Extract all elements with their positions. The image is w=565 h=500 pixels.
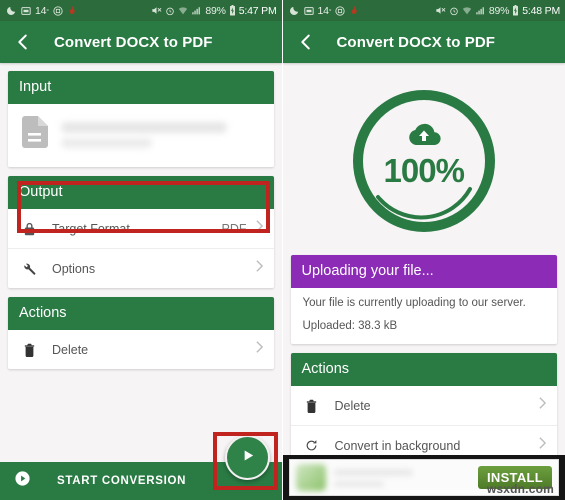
signal-icon [475, 6, 486, 16]
left-screen: 14° 89% 5:47 PM Convert DOCX to PDF Inpu… [0, 0, 282, 500]
options-row[interactable]: Options [8, 248, 274, 288]
status-bar-right-icons: 89% 5:47 PM [151, 4, 277, 17]
input-card: Input [8, 71, 274, 167]
circle-at-icon [53, 5, 63, 16]
status-bar-left-icons: 14° [6, 5, 78, 17]
start-conversion-label: START CONVERSION [57, 475, 187, 487]
wrench-icon [20, 262, 38, 276]
chevron-right-icon [255, 340, 264, 359]
play-icon [239, 447, 256, 469]
wifi-icon [462, 6, 472, 16]
actions-card-body: Delete Convert in background [290, 386, 558, 465]
cloud-upload-icon [348, 122, 500, 153]
wifi-icon [178, 6, 188, 16]
mute-icon [151, 5, 162, 16]
moon-icon [289, 5, 300, 16]
degree-symbol: ° [328, 8, 332, 16]
back-arrow-icon[interactable] [12, 31, 34, 53]
actions-card-title: Actions [290, 353, 557, 386]
page-title: Convert DOCX to PDF [54, 33, 213, 51]
watermark: wsxdn.com [486, 482, 554, 496]
ad-app-icon [295, 464, 326, 491]
upload-status-title: Uploading your file... [290, 255, 557, 288]
right-screen: 14° 89% 5:48 PM Convert DOCX to PDF 100%… [282, 0, 565, 500]
app-toolbar: Convert DOCX to PDF [0, 21, 282, 63]
screenshot-icon [21, 6, 31, 16]
output-card-title: Output [8, 176, 274, 209]
actions-card-body: Delete [8, 330, 274, 369]
back-arrow-icon[interactable] [295, 31, 317, 53]
target-format-label: Target Format [52, 221, 130, 236]
signal-icon [191, 6, 202, 16]
dual-screenshot-container: 14° 89% 5:47 PM Convert DOCX to PDF Inpu… [0, 0, 565, 500]
play-circle-icon [14, 470, 31, 492]
upload-progress-area: 100% [283, 63, 565, 255]
delete-row[interactable]: Delete [291, 386, 558, 425]
circle-at-icon [335, 5, 346, 16]
target-format-value: PDF [221, 221, 247, 236]
input-card-body[interactable] [8, 104, 274, 167]
temperature-value: 14 [317, 4, 329, 17]
right-content: Uploading your file... Your file is curr… [283, 255, 565, 465]
trash-icon [303, 399, 321, 413]
chevron-right-icon [538, 436, 547, 455]
upload-status-body: Your file is currently uploading to our … [290, 288, 557, 344]
status-bar: 14° [0, 0, 282, 21]
battery-percent: 89% [205, 4, 226, 17]
start-conversion-fab[interactable] [224, 435, 270, 480]
temperature-icon: 14° [318, 5, 332, 17]
upload-description: Your file is currently uploading to our … [302, 297, 526, 309]
document-icon [22, 116, 48, 153]
delete-label: Delete [52, 342, 89, 357]
upload-status-card: Uploading your file... Your file is curr… [290, 255, 557, 344]
ad-content[interactable]: INSTALL wsxdn.com [288, 459, 559, 496]
input-card-title: Input [8, 71, 274, 104]
ad-banner[interactable]: INSTALL wsxdn.com [282, 455, 565, 500]
status-bar-right-icons: 89% 5:48 PM [435, 5, 560, 17]
battery-percent: 89% [488, 4, 510, 17]
left-content: Input Output Target Format PDF Options A… [0, 63, 282, 369]
status-bar: 14° [282, 0, 565, 21]
ad-text [333, 468, 478, 487]
output-card: Output Target Format PDF Options [8, 176, 274, 288]
progress-percent: 100% [383, 152, 465, 189]
chevron-right-icon [538, 396, 547, 415]
delete-label: Delete [334, 398, 371, 413]
degree-symbol: ° [46, 8, 49, 16]
actions-card: Actions Delete [8, 297, 274, 369]
convert-in-background-label: Convert in background [334, 438, 461, 453]
status-bar-left-icons: 14° [289, 5, 361, 17]
battery-icon [512, 5, 519, 16]
delete-row[interactable]: Delete [8, 330, 274, 369]
lock-icon [20, 222, 38, 236]
options-label: Options [52, 261, 96, 276]
actions-card-title: Actions [8, 297, 274, 330]
actions-card: Actions Delete [290, 353, 558, 465]
refresh-icon [303, 439, 321, 452]
target-format-row[interactable]: Target Format PDF [8, 209, 274, 248]
trash-icon [20, 343, 38, 357]
temperature-icon: 14° [35, 5, 49, 17]
temperature-value: 14 [35, 4, 47, 17]
app-icon [349, 5, 360, 16]
app-toolbar: Convert DOCX to PDF [282, 21, 565, 63]
chevron-right-icon [255, 219, 264, 238]
output-card-body: Target Format PDF Options [8, 209, 274, 288]
page-title: Convert DOCX to PDF [336, 33, 496, 51]
input-filename [61, 121, 264, 148]
battery-icon [229, 5, 236, 16]
moon-icon [6, 5, 17, 16]
alarm-icon [449, 6, 459, 16]
input-file-row[interactable] [8, 104, 274, 167]
app-icon [67, 5, 78, 16]
progress-ring: 100% [348, 85, 500, 237]
clock-time: 5:47 PM [238, 4, 277, 17]
upload-size: Uploaded: 38.3 kB [302, 320, 398, 332]
mute-icon [435, 5, 446, 16]
alarm-icon [165, 6, 175, 16]
clock-time: 5:48 PM [522, 4, 560, 17]
screenshot-icon [303, 6, 314, 16]
chevron-right-icon [255, 259, 264, 278]
